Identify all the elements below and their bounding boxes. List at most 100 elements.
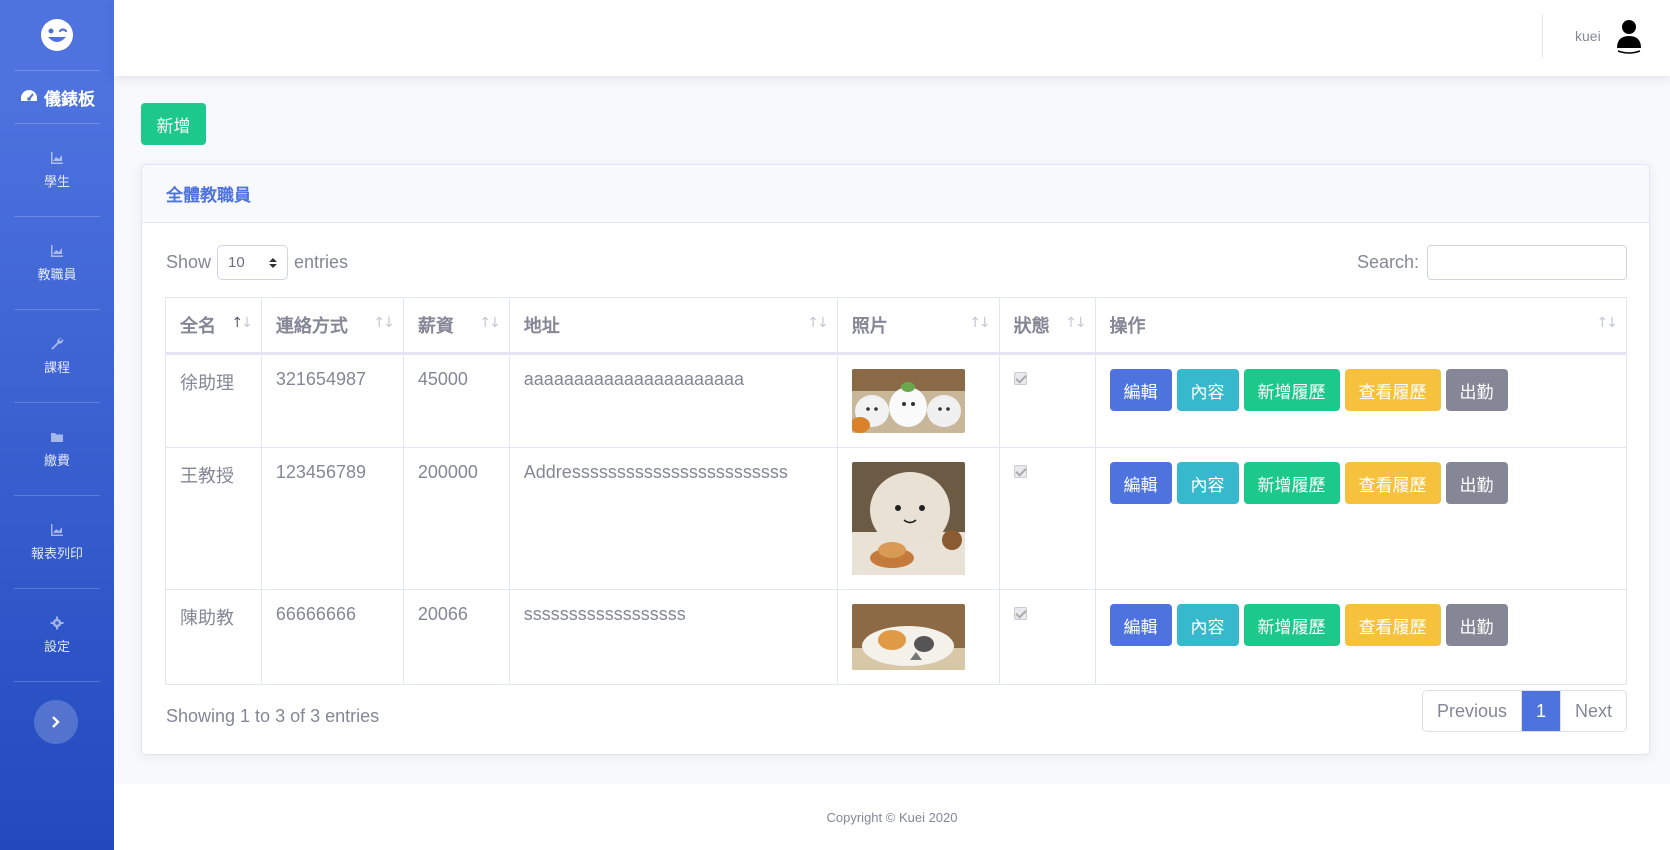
sidebar-item-students[interactable]: 學生 [0, 124, 114, 216]
sort-icon: ↑↓ [807, 315, 829, 331]
page-size-control: Show 10 entries [166, 245, 348, 280]
view-resume-button[interactable]: 查看履歷 [1344, 462, 1441, 504]
chart-area-icon [51, 244, 63, 257]
cell-address: Addressssssssssssssssssssssss [508, 447, 838, 590]
add-resume-button[interactable]: 新增履歷 [1243, 462, 1340, 504]
column-header-status[interactable]: 狀態 ↑↓ [998, 297, 1096, 355]
search-input[interactable] [1427, 245, 1627, 280]
cell-contact: 321654987 [260, 353, 404, 448]
sort-icon: ↑↓ [479, 315, 501, 331]
user-menu[interactable]: kuei [1575, 18, 1643, 54]
search-label: Search: [1356, 252, 1419, 272]
sort-icon: ↑↓ [1065, 315, 1087, 331]
show-label: Show [166, 252, 212, 272]
attendance-button[interactable]: 出勤 [1445, 604, 1508, 646]
page-size-value: 10 [228, 254, 245, 271]
page-size-select[interactable]: 10 [217, 245, 289, 280]
cell-status [998, 589, 1096, 685]
chart-area-icon [51, 151, 63, 164]
column-header-salary[interactable]: 薪資 ↑↓ [402, 297, 510, 355]
topbar-divider [1542, 14, 1543, 58]
cell-actions: 編輯 內容 新增履歷 查看履歷 出勤 [1094, 589, 1628, 685]
sidebar-item-dashboard[interactable]: 儀錶板 [0, 71, 114, 123]
sort-select-icon [269, 257, 278, 268]
sort-icon: ↑↓ [231, 315, 253, 331]
cell-contact: 123456789 [260, 447, 404, 590]
chevron-right-icon [52, 716, 60, 728]
card-title: 全體教職員 [142, 165, 1649, 223]
edit-button[interactable]: 編輯 [1109, 462, 1172, 504]
view-resume-button[interactable]: 查看履歷 [1344, 604, 1441, 646]
table-row: 王教授 123456789 200000 Addressssssssssssss… [165, 447, 1628, 590]
cell-status [998, 353, 1096, 448]
sort-icon: ↑↓ [373, 315, 395, 331]
pagination-page-1[interactable]: 1 [1521, 691, 1560, 731]
detail-button[interactable]: 內容 [1176, 462, 1239, 504]
cog-icon [50, 616, 64, 629]
status-checkbox[interactable] [1013, 465, 1027, 478]
attendance-button[interactable]: 出勤 [1445, 369, 1508, 411]
sidebar-item-label: 課程 [43, 360, 70, 376]
add-resume-button[interactable]: 新增履歷 [1243, 369, 1340, 411]
sidebar-item-payments[interactable]: 繳費 [0, 403, 114, 495]
cell-actions: 編輯 內容 新增履歷 查看履歷 出勤 [1094, 353, 1628, 448]
cell-photo [836, 353, 1000, 448]
sort-icon: ↑↓ [1596, 315, 1619, 331]
edit-button[interactable]: 編輯 [1109, 604, 1172, 646]
cell-name: 陳助教 [165, 589, 262, 685]
cell-photo [836, 589, 1000, 685]
sidebar-item-courses[interactable]: 課程 [0, 310, 114, 402]
sidebar-toggle-button[interactable] [34, 700, 78, 744]
view-resume-button[interactable]: 查看履歷 [1344, 369, 1441, 411]
sidebar-item-label: 教職員 [37, 267, 77, 283]
add-resume-button[interactable]: 新增履歷 [1243, 604, 1340, 646]
folder-icon [51, 432, 63, 442]
cell-status [998, 447, 1096, 590]
column-header-actions[interactable]: 操作 ↑↓ [1094, 297, 1628, 355]
wrench-icon [51, 337, 64, 350]
sidebar-item-settings[interactable]: 設定 [0, 589, 114, 681]
table-row: 徐助理 321654987 45000 aaaaaaaaaaaaaaaaaaaa… [165, 353, 1628, 448]
status-checkbox[interactable] [1013, 372, 1027, 385]
column-header-address[interactable]: 地址 ↑↓ [508, 297, 838, 355]
cell-salary: 20066 [402, 589, 510, 685]
edit-button[interactable]: 編輯 [1109, 369, 1172, 411]
cell-address: aaaaaaaaaaaaaaaaaaaaaa [508, 353, 838, 448]
pagination-previous[interactable]: Previous [1423, 691, 1522, 731]
sidebar: 儀錶板 學生 教職員 課程 繳費 報表列印 設定 [0, 0, 114, 850]
sort-icon: ↑↓ [969, 315, 991, 331]
staff-card: 全體教職員 Show 10 entries Search: 全名 ↑↓ 連絡方式 ↑… [141, 164, 1650, 755]
staff-table: 全名 ↑↓ 連絡方式 ↑↓ 薪資 ↑↓ 地址 ↑↓ 照片 ↑↓ 狀態 ↑↓ 操作 ↑↓ 徐助理… [165, 297, 1628, 685]
column-header-contact[interactable]: 連絡方式 ↑↓ [260, 297, 404, 355]
cell-address: ssssssssssssssssss [508, 589, 838, 685]
sidebar-item-label: 繳費 [43, 453, 70, 469]
search-control: Search: [1357, 245, 1627, 280]
cell-contact: 66666666 [260, 589, 404, 685]
column-header-name[interactable]: 全名 ↑↓ [165, 297, 262, 355]
entries-label: entries [294, 252, 349, 272]
detail-button[interactable]: 內容 [1176, 604, 1239, 646]
cat-photo-1 [851, 369, 965, 433]
cell-name: 徐助理 [165, 353, 262, 448]
attendance-button[interactable]: 出勤 [1445, 462, 1508, 504]
plush-photo-2 [851, 462, 965, 575]
add-button[interactable]: 新增 [141, 103, 206, 145]
column-header-photo[interactable]: 照片 ↑↓ [836, 297, 1000, 355]
tachometer-icon [21, 90, 37, 101]
brand-logo[interactable] [0, 0, 114, 70]
sidebar-item-label: 設定 [43, 639, 70, 655]
sidebar-item-label: 學生 [43, 174, 70, 190]
cell-actions: 編輯 內容 新增履歷 查看履歷 出勤 [1094, 447, 1628, 590]
status-checkbox[interactable] [1013, 607, 1027, 620]
detail-button[interactable]: 內容 [1176, 369, 1239, 411]
cell-salary: 200000 [402, 447, 510, 590]
table-info: Showing 1 to 3 of 3 entries [166, 706, 380, 726]
sidebar-item-reports[interactable]: 報表列印 [0, 496, 114, 588]
grin-wink-icon [41, 19, 73, 51]
sidebar-item-staff[interactable]: 教職員 [0, 217, 114, 309]
sidebar-item-label: 報表列印 [30, 546, 83, 562]
cell-photo [836, 447, 1000, 590]
pagination-next[interactable]: Next [1559, 691, 1626, 731]
user-name: kuei [1575, 28, 1601, 44]
cell-salary: 45000 [402, 353, 510, 448]
